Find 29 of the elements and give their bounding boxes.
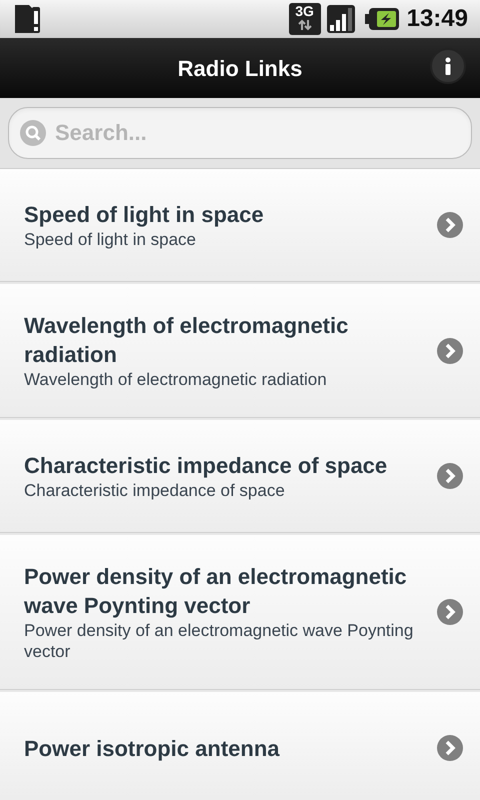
- list-item[interactable]: Speed of light in space Speed of light in space: [0, 169, 480, 282]
- sd-card-alert-icon: [12, 3, 42, 35]
- item-subtitle: Wavelength of electromagnetic radiation: [24, 369, 328, 390]
- battery-charging-icon: [364, 7, 399, 31]
- info-button[interactable]: [430, 48, 466, 84]
- list-item[interactable]: Characteristic impedance of space Characteristic impedance of space: [0, 420, 480, 533]
- status-time: 13:49: [406, 4, 468, 34]
- item-title: Power density of an electromagnetic wave Poynting vector: [24, 563, 408, 620]
- chevron-icon: [436, 336, 464, 364]
- list-item[interactable]: Power isotropic antenna: [0, 692, 480, 800]
- item-title: Power isotropic antenna: [24, 734, 281, 762]
- item-title: Characteristic impedance of space: [24, 452, 388, 480]
- list-item[interactable]: Power density of an electromagnetic wave Poynting vector Power density of an electromagnetic wave Poynting vector: [0, 535, 480, 690]
- network-type-icon: 3G: [288, 3, 321, 35]
- search-icon: [20, 120, 46, 146]
- item-subtitle: Speed of light in space: [24, 229, 198, 250]
- chevron-icon: [436, 598, 464, 626]
- chevron-icon: [436, 734, 464, 762]
- list-item[interactable]: Wavelength of electromagnetic radiation Wavelength of electromagnetic radiation: [0, 284, 480, 418]
- item-title: Speed of light in space: [24, 201, 265, 229]
- item-subtitle: Characteristic impedance of space: [24, 480, 286, 501]
- chevron-icon: [436, 462, 464, 490]
- signal-icon: [324, 3, 357, 35]
- header-title: Radio Links: [178, 54, 302, 82]
- info-icon: [444, 57, 452, 75]
- chevron-icon: [436, 211, 464, 239]
- search-field[interactable]: Search...: [8, 107, 472, 159]
- item-subtitle: Power density of an electromagnetic wave Poynting vector: [24, 620, 414, 662]
- item-title: Wavelength of electromagnetic radiation: [24, 312, 350, 369]
